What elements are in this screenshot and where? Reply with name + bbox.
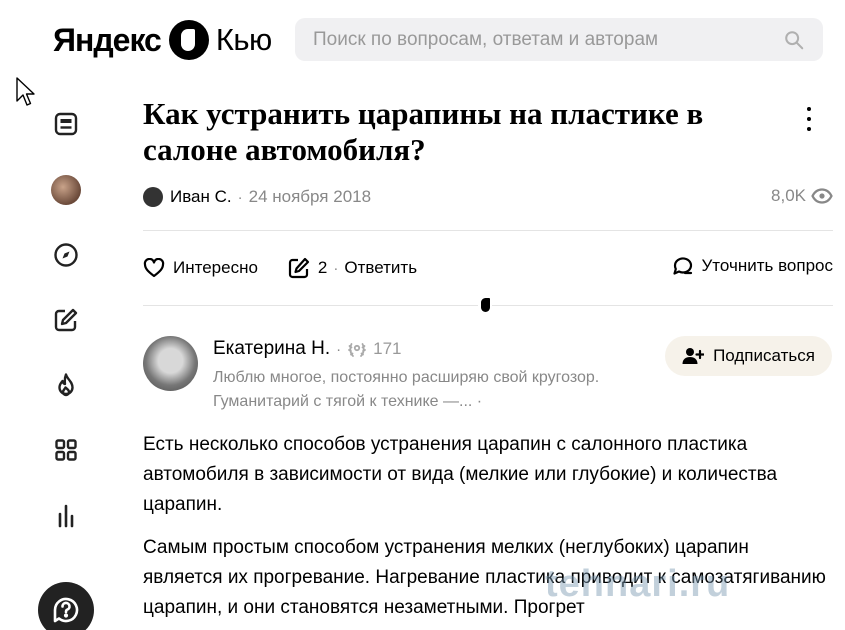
edit-icon [54, 308, 78, 332]
feed-icon [54, 112, 78, 136]
question-icon [53, 597, 79, 623]
views-value: 8,0K [771, 186, 806, 205]
main-content: Как устранить царапины на пластике в сал… [143, 96, 833, 618]
avatar[interactable] [143, 187, 163, 207]
interesting-label: Интересно [173, 258, 258, 277]
logo-kyu-text: Кью [215, 22, 272, 57]
stats-icon [58, 504, 74, 528]
author-bio-line1: Люблю многое, постоянно расширяю свой кр… [213, 369, 600, 386]
laurel-icon [348, 343, 367, 357]
mouse-cursor-icon [16, 77, 35, 106]
follow-label: Подписаться [713, 346, 815, 365]
reply-label: Ответить [344, 258, 418, 277]
sidebar-item-stats[interactable] [40, 492, 92, 540]
bio-separator: · [476, 393, 483, 410]
fire-icon [58, 373, 74, 397]
eye-icon [811, 188, 833, 204]
yandex-q-logo[interactable]: Яндекс Кью [53, 20, 272, 60]
rating-value: 171 [373, 339, 402, 358]
more-dot [807, 127, 811, 131]
reply-button[interactable]: 2 · Ответить [288, 257, 417, 279]
views-count: 8,0K [771, 186, 833, 206]
meta-separator: · [237, 188, 243, 206]
comment-icon [672, 257, 692, 275]
question-title: Как устранить царапины на пластике в сал… [143, 96, 704, 167]
author-rating: 171 [347, 339, 402, 359]
help-button[interactable] [38, 582, 94, 630]
sidebar-item-feed[interactable] [40, 100, 92, 148]
answer-author[interactable]: Екатерина Н. [213, 338, 330, 360]
avatar[interactable] [143, 336, 198, 391]
sidebar-item-communities[interactable] [40, 426, 92, 474]
clarify-label: Уточнить вопрос [701, 256, 834, 275]
watermark: tehnari.ru [545, 563, 731, 605]
add-user-icon [682, 348, 705, 364]
compass-icon [54, 243, 78, 267]
edit-icon [288, 257, 310, 279]
question-meta: Иван С. · 24 ноября 2018 8,0K [143, 186, 833, 208]
avatar [51, 175, 81, 205]
interesting-button[interactable]: Интересно [143, 258, 258, 278]
q-mark [480, 298, 490, 312]
answer-author-row: Екатерина Н. · 171 [213, 338, 402, 360]
grid-icon [55, 439, 77, 461]
action-separator: · [333, 259, 339, 277]
logo-yandex-text: Яндекс [53, 21, 162, 58]
answer-paragraph: Есть несколько способов устранения царап… [143, 434, 778, 515]
sidebar-item-write[interactable] [40, 296, 92, 344]
sidebar-item-popular[interactable] [40, 361, 92, 409]
more-options-button[interactable] [796, 104, 822, 134]
search-icon[interactable] [783, 29, 805, 51]
question-date: 24 ноября 2018 [248, 187, 372, 206]
q-separator-icon [478, 296, 492, 314]
heart-icon [143, 258, 165, 278]
more-dots-icon [807, 107, 811, 111]
header: Яндекс Кью [0, 0, 845, 84]
sidebar-item-explore[interactable] [40, 231, 92, 279]
clarify-question-button[interactable]: Уточнить вопрос [672, 256, 834, 276]
question-author[interactable]: Иван С. [170, 187, 232, 207]
author-bio: Люблю многое, постоянно расширяю свой кр… [213, 366, 663, 414]
author-bio-line2: Гуманитарий с тягой к технике —... · [213, 390, 663, 414]
search-bar[interactable] [295, 18, 823, 61]
q-logo-icon [168, 20, 209, 60]
author-bio-text: Гуманитарий с тягой к технике —... [213, 393, 473, 410]
answers-count: 2 [317, 258, 328, 277]
divider [143, 230, 833, 231]
sidebar-item-profile[interactable] [40, 166, 92, 214]
more-dot [807, 117, 811, 121]
question-actions: Интересно 2 · Ответить Уточнить вопрос [143, 256, 833, 280]
search-input[interactable] [313, 28, 783, 51]
author-separator: · [336, 340, 342, 358]
follow-button[interactable]: Подписаться [665, 336, 832, 376]
answer-header: Екатерина Н. · 171 Люблю многое, постоян… [143, 336, 833, 410]
